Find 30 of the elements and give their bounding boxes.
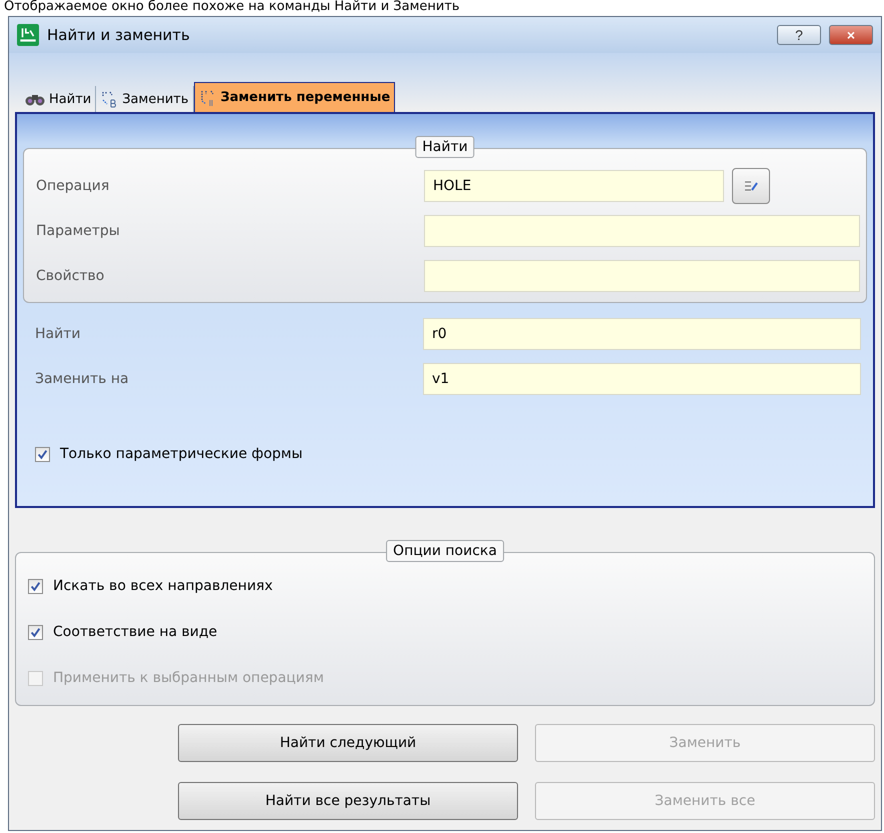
field-label: Заменить на [35, 370, 130, 386]
field-label: Параметры [36, 222, 121, 238]
checkbox[interactable] [28, 624, 43, 640]
checkbox[interactable] [28, 578, 43, 594]
field-label: Операция [36, 178, 110, 194]
group-title: Найти [415, 136, 475, 158]
checkbox-label: Искать во всех направлениях [53, 578, 273, 594]
field-label: Свойство [36, 268, 106, 284]
field-label: Найти [35, 326, 82, 342]
close-button[interactable]: × [829, 25, 873, 45]
input-field[interactable] [424, 260, 860, 292]
input-field[interactable]: HOLE [424, 170, 724, 202]
dialog-button[interactable]: Найти следующий [178, 724, 518, 762]
app-icon [17, 24, 39, 46]
dialog-button[interactable]: Найти все результаты [178, 782, 518, 820]
tab[interactable]: Заменить переменные [194, 82, 396, 112]
replace-icon [100, 90, 118, 108]
checkbox-label: Соответствие на виде [53, 624, 218, 640]
group-title: Опции поиска [386, 540, 504, 562]
picker-button[interactable] [732, 168, 770, 204]
window-title: Найти и заменить [47, 26, 190, 44]
input-field[interactable]: v1 [423, 362, 861, 394]
binoculars-icon [25, 92, 45, 106]
input-field[interactable] [424, 214, 860, 246]
checkbox-label: Применить к выбранным операциям [53, 670, 324, 686]
input-field[interactable]: r0 [423, 318, 861, 350]
help-button[interactable]: ? [777, 25, 821, 45]
checkbox[interactable] [35, 446, 50, 462]
caption-text: Отображаемое окно более похоже на команды Найти и Заменить [3, 0, 461, 14]
checkbox-label: Только параметрические формы [60, 446, 303, 462]
